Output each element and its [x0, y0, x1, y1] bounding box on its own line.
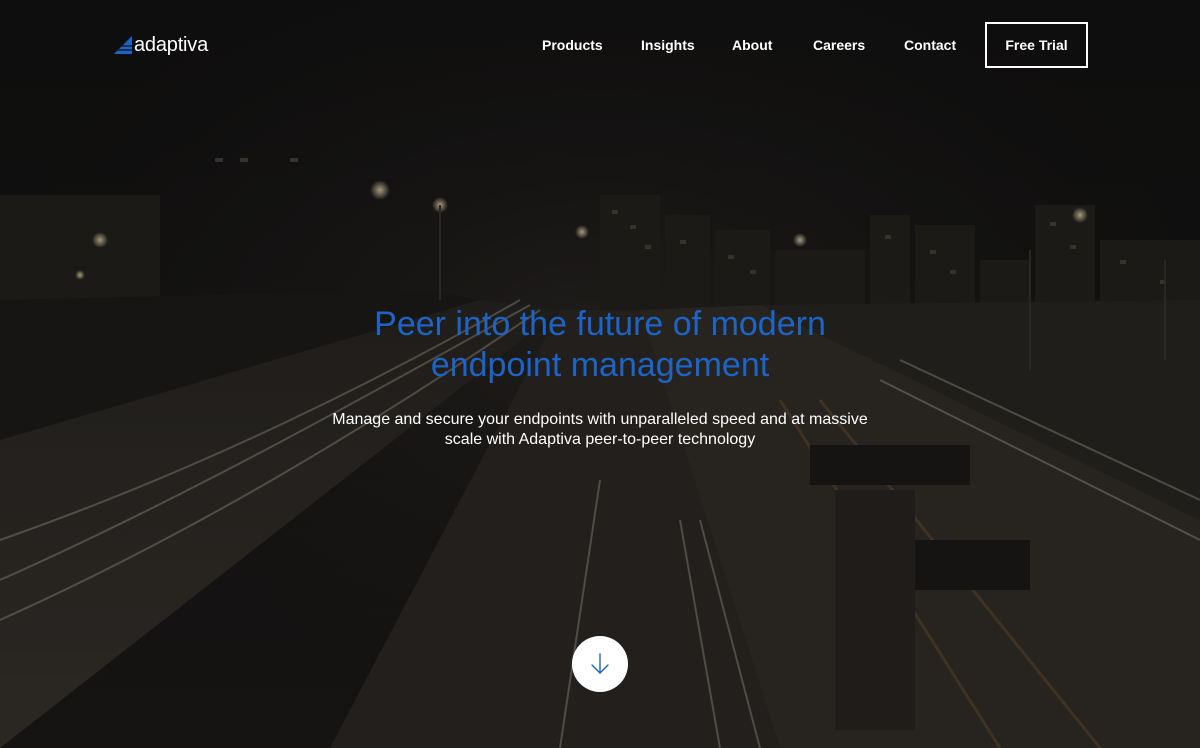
nav-link-about[interactable]: About [732, 22, 772, 68]
free-trial-button[interactable]: Free Trial [985, 22, 1088, 68]
scroll-down-button[interactable] [572, 636, 628, 692]
nav-link-careers[interactable]: Careers [813, 22, 865, 68]
nav-link-insights[interactable]: Insights [641, 22, 695, 68]
hero-headline: Peer into the future of modern endpoint … [250, 304, 950, 386]
hero-subheading: Manage and secure your endpoints with un… [290, 410, 910, 450]
logo-wordmark: adaptiva [134, 34, 209, 56]
top-navigation-bar: adaptiva Products Insights About Careers… [0, 0, 1200, 90]
hero-subheading-line-2: scale with Adaptiva peer-to-peer technol… [444, 431, 756, 448]
hero-subheading-line-1: Manage and secure your endpoints with un… [332, 411, 868, 428]
hero-section: adaptiva Products Insights About Careers… [0, 0, 1200, 748]
hero-headline-line-1: Peer into the future of modern [374, 305, 826, 343]
nav-link-contact[interactable]: Contact [904, 22, 956, 68]
nav-link-products[interactable]: Products [542, 22, 603, 68]
arrow-down-icon [591, 653, 609, 674]
hero-headline-line-2: endpoint management [430, 346, 770, 384]
main-menu: Products Insights About Careers Contact … [520, 22, 1088, 68]
adaptiva-logo-icon [114, 36, 132, 54]
adaptiva-logo-link[interactable]: adaptiva [112, 32, 208, 58]
